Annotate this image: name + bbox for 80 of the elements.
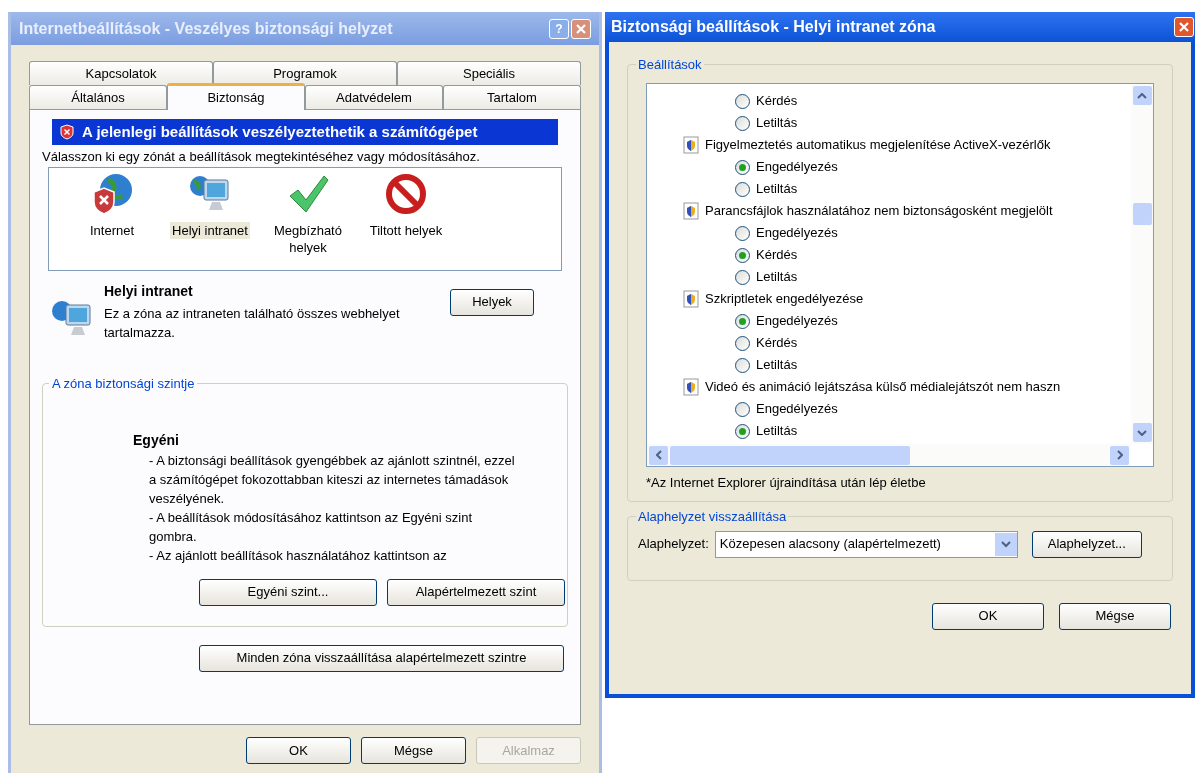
reset-all-button[interactable]: Minden zóna visszaállítása alapértelmezett szintre [199, 644, 564, 672]
setting-title: Szkriptletek engedélyezése [705, 290, 864, 309]
close-icon [576, 23, 586, 34]
option-label: Kérdés [756, 334, 798, 353]
close-button[interactable] [571, 18, 591, 39]
dialog-button[interactable]: Mégse [361, 737, 466, 764]
radio-button[interactable] [735, 401, 750, 417]
close-icon [1179, 22, 1189, 32]
zone-item[interactable]: Helyi intranet [170, 221, 250, 239]
scroll-up-icon[interactable] [1132, 86, 1152, 105]
restart-note: *Az Internet Explorer újraindítása után lép életbe [646, 474, 927, 492]
tab[interactable]: Tartalom [443, 85, 581, 109]
instruction-text: Válasszon ki egy zónát a beállítások megtekintéséhez vagy módosításához. [42, 148, 481, 166]
document-shield-icon [683, 136, 699, 154]
radio-button[interactable] [735, 93, 750, 109]
option-label: Kérdés [756, 92, 798, 111]
tab[interactable]: Kapcsolatok [29, 61, 213, 85]
option-label: Letiltás [756, 180, 798, 199]
warning-text: A jelenlegi beállítások veszélyeztethetik a számítógépet [82, 121, 478, 142]
radio-button[interactable] [735, 335, 750, 351]
level-button[interactable]: Alapértelmezett szint [387, 578, 565, 606]
zone-item[interactable]: Internet [87, 221, 137, 239]
level-description: - A biztonsági beállítások gyengébbek az ajánlott szintnél, ezzel a számítógépet fokozottabban kiteszi az internetes támadások veszélyének. [149, 451, 516, 508]
reset-level-dropdown[interactable]: Közepesen alacsony (alapértelmezett) [714, 530, 1018, 558]
radio-button[interactable] [735, 423, 750, 439]
document-shield-icon [683, 202, 699, 220]
tab[interactable]: Adatvédelem [305, 85, 443, 109]
dialog-button[interactable]: OK [246, 737, 351, 764]
option-label: Letiltás [756, 268, 798, 287]
radio-button[interactable] [735, 181, 750, 197]
option-label: Letiltás [756, 114, 798, 133]
document-shield-icon [683, 290, 699, 308]
scroll-left-icon[interactable] [649, 445, 668, 465]
window-title: Biztonsági beállítások - Helyi intranet zóna [611, 17, 936, 37]
zone-description: Ez a zóna az intraneten található összes webhelyet tartalmazza. [104, 304, 401, 342]
scroll-right-icon[interactable] [1110, 445, 1129, 465]
level-description: - Az ajánlott beállítások használatához kattintson az [149, 546, 448, 565]
scroll-thumb[interactable] [1132, 203, 1152, 225]
radio-button[interactable] [735, 115, 750, 131]
tab[interactable]: Biztonság [167, 83, 305, 110]
tab[interactable]: Speciális [397, 61, 581, 85]
option-label: Engedélyezés [756, 400, 838, 419]
field-label: Alaphelyzet: [638, 535, 709, 554]
level-name: Egyéni [133, 430, 180, 450]
tab[interactable]: Általános [29, 85, 167, 109]
tab[interactable]: Programok [213, 61, 397, 85]
window-title: Internetbeállítások - Veszélyes biztonsági helyzet [19, 18, 393, 39]
scroll-down-icon[interactable] [1132, 423, 1152, 442]
document-shield-icon [683, 378, 699, 396]
option-label: Letiltás [756, 356, 798, 375]
scroll-thumb[interactable] [670, 445, 910, 465]
option-label: Kérdés [756, 246, 798, 265]
level-button[interactable]: Egyéni szint... [199, 578, 377, 606]
zone-title: Helyi intranet [104, 281, 194, 301]
close-button[interactable] [1174, 17, 1194, 37]
setting-title: Videó és animáció lejátszása külső médialejátszót nem haszn [705, 378, 1061, 397]
no-sign-icon [384, 171, 428, 216]
option-label: Engedélyezés [756, 158, 838, 177]
dialog-button[interactable]: Mégse [1059, 602, 1171, 630]
radio-button[interactable] [735, 159, 750, 175]
radio-button[interactable] [735, 357, 750, 373]
setting-title: Figyelmeztetés automatikus megjelenítése ActiveX-vezérlők [705, 136, 1051, 155]
radio-button[interactable] [735, 247, 750, 263]
reset-button[interactable]: Alaphelyzet... [1031, 530, 1142, 558]
dropdown-caret-icon [994, 532, 1017, 556]
radio-button[interactable] [735, 313, 750, 329]
vertical-scrollbar[interactable] [1131, 84, 1153, 444]
radio-button[interactable] [735, 269, 750, 285]
radio-button[interactable] [735, 225, 750, 241]
option-label: Letiltás [756, 422, 798, 441]
setting-title: Parancsfájlok használatához nem biztonságosként megjelölt [705, 202, 1053, 221]
dialog-button[interactable]: OK [932, 602, 1044, 630]
option-label: Engedélyezés [756, 312, 838, 331]
sites-button[interactable]: Helyek [450, 288, 534, 316]
shield-icon [60, 124, 74, 140]
level-description: - A beállítások módosításához kattintson az Egyéni szint gombra. [149, 508, 473, 546]
horizontal-scrollbar[interactable] [647, 444, 1131, 466]
zone-item[interactable]: Tiltott helyek [367, 221, 445, 239]
zone-item[interactable]: Megbízható helyek [263, 221, 353, 256]
option-label: Engedélyezés [756, 224, 838, 243]
